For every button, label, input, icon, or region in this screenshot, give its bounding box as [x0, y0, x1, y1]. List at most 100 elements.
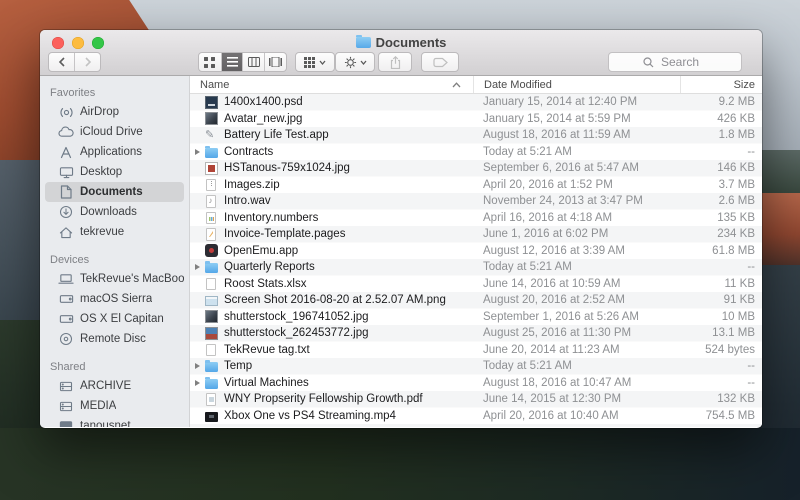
- file-date-modified: June 20, 2014 at 11:23 AM: [473, 344, 680, 356]
- file-icon-jpg-blue: [205, 327, 218, 340]
- table-row[interactable]: Inventory.numbersApril 16, 2016 at 4:18 …: [190, 210, 762, 227]
- table-row[interactable]: shutterstock_262453772.jpgAugust 25, 201…: [190, 325, 762, 342]
- search-input[interactable]: [609, 53, 741, 71]
- table-row[interactable]: 1400x1400.psdJanuary 15, 2014 at 12:40 P…: [190, 94, 762, 111]
- desktop-icon: [58, 164, 74, 180]
- table-row[interactable]: Quarterly ReportsToday at 5:21 AM--: [190, 259, 762, 276]
- sidebar-item-documents[interactable]: Documents: [45, 182, 184, 202]
- file-name: TekRevue tag.txt: [224, 344, 473, 356]
- table-row[interactable]: TempToday at 5:21 AM--: [190, 358, 762, 375]
- list-view-button[interactable]: [221, 53, 243, 71]
- file-date-modified: Today at 5:21 AM: [473, 261, 680, 273]
- file-name: WNY Propserity Fellowship Growth.pdf: [224, 393, 473, 405]
- table-row[interactable]: Battery Life Test.appAugust 18, 2016 at …: [190, 127, 762, 144]
- table-row[interactable]: Screen Shot 2016-08-20 at 2.52.07 AM.png…: [190, 292, 762, 309]
- file-size: --: [680, 146, 762, 158]
- table-row[interactable]: Avatar_new.jpgJanuary 15, 2014 at 5:59 P…: [190, 111, 762, 128]
- sidebar-item-tekrevue[interactable]: tekrevue: [45, 222, 184, 242]
- disclosure-spacer: [190, 243, 205, 260]
- display-icon: [58, 418, 74, 427]
- table-row[interactable]: Roost Stats.xlsxJune 14, 2016 at 10:59 A…: [190, 276, 762, 293]
- sidebar-item-airdrop[interactable]: AirDrop: [45, 102, 184, 122]
- sidebar-item-tanousnet[interactable]: tanousnet: [45, 416, 184, 427]
- table-row[interactable]: Intro.wavNovember 24, 2013 at 3:47 PM2.6…: [190, 193, 762, 210]
- file-name: Xbox One vs PS4 Streaming.mp4: [224, 410, 473, 422]
- sidebar-item-remote-disc[interactable]: Remote Disc: [45, 329, 184, 349]
- icon-view-button[interactable]: [199, 53, 221, 71]
- column-header-date-modified[interactable]: Date Modified: [473, 76, 680, 93]
- disclosure-triangle-icon[interactable]: [190, 259, 205, 276]
- action-gear-button[interactable]: [335, 52, 375, 72]
- file-date-modified: Today at 5:21 AM: [473, 360, 680, 372]
- table-row[interactable]: WNY Propserity Fellowship Growth.pdfJune…: [190, 391, 762, 408]
- coverflow-view-button[interactable]: [264, 53, 286, 71]
- file-size: 9.2 MB: [680, 96, 762, 108]
- sidebar-item-os-x-el-capitan[interactable]: OS X El Capitan: [45, 309, 184, 329]
- server-icon: [58, 378, 74, 394]
- sidebar-item-desktop[interactable]: Desktop: [45, 162, 184, 182]
- file-date-modified: June 14, 2016 at 10:59 AM: [473, 278, 680, 290]
- disclosure-spacer: [190, 160, 205, 177]
- table-row[interactable]: Invoice-Template.pagesJune 1, 2016 at 6:…: [190, 226, 762, 243]
- sidebar-item-tekrevue-s-macbook-pro[interactable]: TekRevue's MacBook Pro: [45, 269, 184, 289]
- file-icon-folder: [205, 263, 218, 273]
- file-date-modified: June 1, 2016 at 6:02 PM: [473, 228, 680, 240]
- forward-button[interactable]: [74, 53, 100, 71]
- sidebar-item-applications[interactable]: Applications: [45, 142, 184, 162]
- file-size: 10 MB: [680, 311, 762, 323]
- column-header-size[interactable]: Size: [680, 76, 762, 93]
- table-row[interactable]: TekRevue tag.txtJune 20, 2014 at 11:23 A…: [190, 342, 762, 359]
- wallpaper-forest: [0, 428, 800, 500]
- column-view-button[interactable]: [242, 53, 264, 71]
- server-icon: [58, 398, 74, 414]
- file-size: 426 KB: [680, 113, 762, 125]
- title-bar[interactable]: Documents: [40, 30, 762, 76]
- sidebar-item-archive[interactable]: ARCHIVE: [45, 376, 184, 396]
- file-size: 91 KB: [680, 294, 762, 306]
- file-icon-doc: [206, 278, 216, 291]
- file-date-modified: September 6, 2016 at 5:47 AM: [473, 162, 680, 174]
- sidebar-item-downloads[interactable]: Downloads: [45, 202, 184, 222]
- file-icon-folder: [205, 362, 218, 372]
- sidebar-item-label: Desktop: [80, 166, 122, 178]
- table-row[interactable]: Xbox One vs PS4 Streaming.mp4April 20, 2…: [190, 408, 762, 425]
- tag-button[interactable]: [421, 52, 459, 72]
- file-size: 234 KB: [680, 228, 762, 240]
- disclosure-triangle-icon[interactable]: [190, 358, 205, 375]
- table-row[interactable]: OpenEmu.appAugust 12, 2016 at 3:39 AM61.…: [190, 243, 762, 260]
- sidebar-item-label: tanousnet: [80, 420, 131, 427]
- sort-ascending-icon: [452, 82, 461, 88]
- arrange-button[interactable]: [295, 52, 335, 72]
- back-button[interactable]: [49, 53, 74, 71]
- sidebar-item-label: TekRevue's MacBook Pro: [80, 273, 184, 285]
- applications-icon: [58, 144, 74, 160]
- sidebar-item-icloud-drive[interactable]: iCloud Drive: [45, 122, 184, 142]
- sidebar-item-media[interactable]: MEDIA: [45, 396, 184, 416]
- disc-icon: [58, 331, 74, 347]
- page-title: Documents: [376, 35, 447, 50]
- file-icon-jpg-dark: [205, 112, 218, 125]
- table-row[interactable]: ContractsToday at 5:21 AM--: [190, 144, 762, 161]
- table-row[interactable]: Virtual MachinesAugust 18, 2016 at 10:47…: [190, 375, 762, 392]
- disclosure-triangle-icon[interactable]: [190, 144, 205, 161]
- sidebar-section-title: Shared: [40, 358, 189, 376]
- share-button[interactable]: [378, 52, 412, 72]
- table-row[interactable]: Images.zipApril 20, 2016 at 1:52 PM3.7 M…: [190, 177, 762, 194]
- table-row[interactable]: shutterstock_196741052.jpgSeptember 1, 2…: [190, 309, 762, 326]
- column-header-name[interactable]: Name: [190, 76, 473, 93]
- disclosure-spacer: [190, 309, 205, 326]
- file-size: 11 KB: [680, 278, 762, 290]
- list-header: Name Date Modified Size: [190, 76, 762, 94]
- sidebar-item-label: Remote Disc: [80, 333, 146, 345]
- disclosure-spacer: [190, 177, 205, 194]
- file-size: 1.8 MB: [680, 129, 762, 141]
- file-date-modified: September 1, 2016 at 5:26 AM: [473, 311, 680, 323]
- finder-window: Documents: [40, 30, 762, 428]
- sidebar-section-shared: SharedARCHIVEMEDIAtanousnetTEKREVUE: [40, 358, 189, 427]
- sidebar-item-macos-sierra[interactable]: macOS Sierra: [45, 289, 184, 309]
- table-row[interactable]: HSTanous-759x1024.jpgSeptember 6, 2016 a…: [190, 160, 762, 177]
- disclosure-triangle-icon[interactable]: [190, 375, 205, 392]
- file-name: Temp: [224, 360, 473, 372]
- file-date-modified: August 20, 2016 at 2:52 AM: [473, 294, 680, 306]
- icloud-icon: [58, 124, 74, 140]
